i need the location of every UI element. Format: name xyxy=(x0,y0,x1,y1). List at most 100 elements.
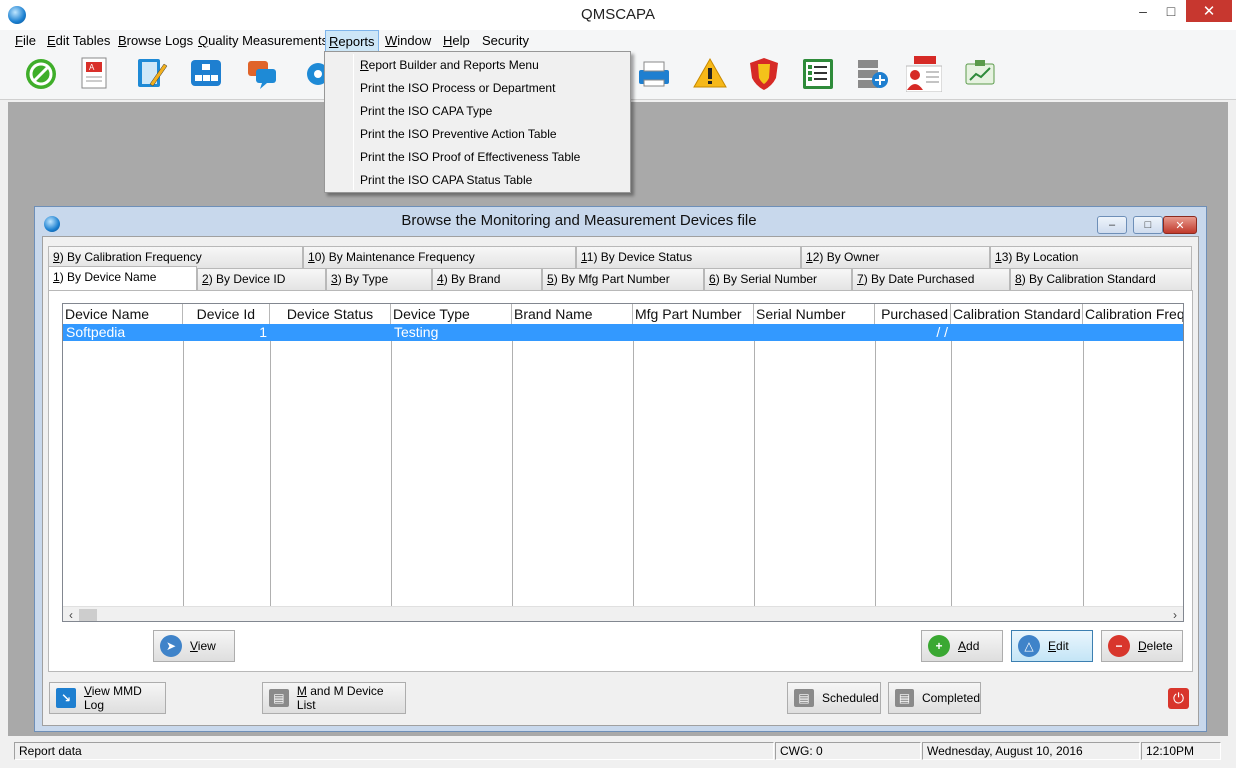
shield-icon[interactable] xyxy=(746,56,782,92)
view-button[interactable]: ➤ View xyxy=(153,630,235,662)
view-mmd-log-button[interactable]: ↘ View MMD Log xyxy=(49,682,166,714)
tab-by-calibration-standard[interactable]: 8) By Calibration Standard xyxy=(1010,268,1192,290)
cell-device-status[interactable] xyxy=(270,324,391,341)
devices-grid[interactable]: Device Name Device Id Device Status Devi… xyxy=(62,303,1184,622)
close-icon[interactable]: ✕ xyxy=(1186,0,1232,22)
scrollbar-thumb[interactable] xyxy=(79,609,97,621)
menu-browse-accel: B xyxy=(118,33,127,48)
menu-help[interactable]: Help xyxy=(440,30,473,52)
column-divider xyxy=(754,324,755,607)
menu-window[interactable]: Window xyxy=(382,30,434,52)
child-close-icon[interactable]: ✕ xyxy=(1163,216,1197,234)
tab-by-brand[interactable]: 4) By Brand xyxy=(432,268,542,290)
child-window-title: Browse the Monitoring and Measurement De… xyxy=(401,212,757,229)
menu-quality-measurements[interactable]: Quality Measurements xyxy=(195,30,331,52)
menu-security[interactable]: Security xyxy=(479,30,532,52)
cell-calibration-frequency[interactable] xyxy=(1083,324,1183,341)
edit-button[interactable]: △ Edit xyxy=(1011,630,1093,662)
tab-by-location[interactable]: 13) By Location xyxy=(990,246,1192,268)
menu-browse-logs[interactable]: Browse Logs xyxy=(115,30,196,52)
cell-serial-number[interactable] xyxy=(754,324,875,341)
column-header[interactable]: Device Type xyxy=(391,304,512,324)
minimize-icon[interactable]: – xyxy=(1130,0,1156,22)
tab-by-calibration-frequency[interactable]: 9) By Calibration Frequency xyxy=(48,246,303,268)
reports-dropdown-menu: Report Builder and Reports Menu Print th… xyxy=(324,51,631,193)
tab-accel: 9 xyxy=(53,250,60,264)
child-maximize-icon[interactable]: □ xyxy=(1133,216,1163,234)
database-add-icon[interactable] xyxy=(855,56,891,92)
chat-bubbles-icon[interactable] xyxy=(244,56,280,92)
warning-icon[interactable] xyxy=(692,56,728,92)
pdf-document-icon[interactable]: A xyxy=(78,56,114,92)
tab-by-device-id[interactable]: 2) By Device ID xyxy=(197,268,326,290)
column-header[interactable]: Brand Name xyxy=(512,304,633,324)
menu-item-label: Print the ISO Process or Department xyxy=(360,81,556,95)
clipboard-chart-icon[interactable] xyxy=(962,56,998,92)
completed-button[interactable]: ▤ Completed xyxy=(888,682,981,714)
notebook-pencil-icon[interactable] xyxy=(134,56,170,92)
scroll-right-icon[interactable]: › xyxy=(1167,607,1183,621)
scheduled-button[interactable]: ▤ Scheduled xyxy=(787,682,881,714)
tab-by-mfg-part-number[interactable]: 5) By Mfg Part Number xyxy=(542,268,704,290)
tab-by-maintenance-frequency[interactable]: 10) By Maintenance Frequency xyxy=(303,246,576,268)
child-minimize-icon[interactable]: – xyxy=(1097,216,1127,234)
scroll-left-icon[interactable]: ‹ xyxy=(63,607,79,621)
menu-item-print-preventive-action[interactable]: Print the ISO Preventive Action Table xyxy=(360,123,557,145)
menu-edit-label: dit Tables xyxy=(55,33,111,48)
menu-reports-label: eports xyxy=(338,34,375,49)
m-and-m-device-list-button[interactable]: ▤ M and M Device List xyxy=(262,682,406,714)
status-date: Wednesday, August 10, 2016 xyxy=(922,742,1140,760)
column-header[interactable]: Device Status xyxy=(270,304,391,324)
menu-reports[interactable]: Reports xyxy=(325,30,379,52)
cell-mfg-part-number[interactable] xyxy=(633,324,754,341)
maximize-icon[interactable]: □ xyxy=(1158,0,1184,22)
menu-security-label: Security xyxy=(482,33,529,48)
cell-device-type[interactable]: Testing xyxy=(391,324,512,341)
person-card-icon[interactable] xyxy=(905,56,943,93)
tab-by-serial-number[interactable]: 6) By Serial Number xyxy=(704,268,852,290)
printer-icon: ▤ xyxy=(269,689,289,707)
org-chart-icon[interactable] xyxy=(189,56,225,92)
cell-calibration-standard[interactable] xyxy=(951,324,1083,341)
tab-by-device-status[interactable]: 11) By Device Status xyxy=(576,246,801,268)
menu-help-accel: H xyxy=(443,33,453,48)
menu-file-accel: F xyxy=(15,33,23,48)
column-header[interactable]: Device Name xyxy=(63,304,183,324)
delete-button[interactable]: − Delete xyxy=(1101,630,1183,662)
tab-by-device-name[interactable]: 1) By Device Name xyxy=(48,266,197,290)
column-header[interactable]: Device Id xyxy=(183,304,270,324)
tab-by-date-purchased[interactable]: 7) By Date Purchased xyxy=(852,268,1010,290)
cell-device-name[interactable]: Softpedia xyxy=(63,324,183,341)
add-button[interactable]: + Add xyxy=(921,630,1003,662)
cell-purchased[interactable]: / / xyxy=(875,324,951,341)
menu-item-print-capa-status[interactable]: Print the ISO CAPA Status Table xyxy=(360,169,532,191)
horizontal-scrollbar[interactable]: ‹ › xyxy=(63,606,1183,621)
stop-icon[interactable] xyxy=(24,56,60,92)
menu-bar: File Edit Tables Browse Logs Quality Mea… xyxy=(0,30,1236,52)
cell-device-id[interactable]: 1 xyxy=(183,324,270,341)
column-header[interactable]: Mfg Part Number xyxy=(633,304,754,324)
menu-item-print-proof-of-effectiveness[interactable]: Print the ISO Proof of Effectiveness Tab… xyxy=(360,146,580,168)
printer-icon[interactable] xyxy=(636,56,672,92)
menu-item-label: eport Builder and Reports Menu xyxy=(368,58,539,72)
menu-reports-accel: R xyxy=(329,34,339,49)
tab-by-owner[interactable]: 12) By Owner xyxy=(801,246,990,268)
tab-label: ) By Device ID xyxy=(208,272,286,286)
menu-item-print-capa-type[interactable]: Print the ISO CAPA Type xyxy=(360,100,492,122)
menu-item-label: Print the ISO CAPA Type xyxy=(360,104,493,118)
power-icon[interactable]: ⏻ xyxy=(1168,688,1189,709)
cell-brand-name[interactable] xyxy=(512,324,633,341)
menu-edit-tables[interactable]: Edit Tables xyxy=(44,30,113,52)
menu-item-report-builder[interactable]: Report Builder and Reports Menu xyxy=(360,54,539,76)
column-header[interactable]: Purchased xyxy=(875,304,951,324)
menu-file[interactable]: File xyxy=(12,30,39,52)
column-divider xyxy=(875,324,876,607)
column-header[interactable]: Calibration Standard xyxy=(951,304,1083,324)
column-header[interactable]: Calibration Freq xyxy=(1083,304,1183,324)
checklist-icon[interactable] xyxy=(800,56,836,92)
column-divider xyxy=(391,324,392,607)
menu-item-print-process-department[interactable]: Print the ISO Process or Department xyxy=(360,77,555,99)
column-header[interactable]: Serial Number xyxy=(754,304,875,324)
tab-accel: 1 xyxy=(308,250,315,264)
tab-by-type[interactable]: 3) By Type xyxy=(326,268,432,290)
